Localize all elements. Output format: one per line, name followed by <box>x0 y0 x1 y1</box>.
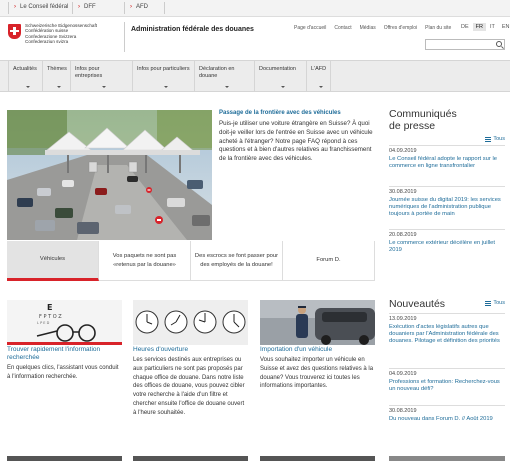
breadcrumb-separator <box>124 2 125 14</box>
svg-text:F P T O Z: F P T O Z <box>39 314 62 320</box>
breadcrumb-separator <box>8 2 9 14</box>
caret-down-icon <box>280 86 285 88</box>
lang-it[interactable]: IT <box>487 23 498 31</box>
press-item-link[interactable]: Le commerce extérieur décélère en juille… <box>389 240 495 253</box>
hero-image-border-crossing[interactable] <box>7 110 212 240</box>
glasses-eyechart-illustration: E F P T O Z L P E D <box>7 300 122 345</box>
next-row-image-edge <box>389 456 505 461</box>
caret-down-icon <box>224 86 229 88</box>
press-item-link[interactable]: Journée suisse du digital 2019: les serv… <box>389 197 501 217</box>
caret-down-icon <box>163 86 168 88</box>
press-releases-title: Communiqués de presse <box>389 108 457 132</box>
list-icon <box>485 136 492 142</box>
nav-item-actualites[interactable]: Actualités <box>9 61 43 91</box>
next-row-image-edge <box>260 456 375 461</box>
agency-title: Administration fédérale des douanes <box>131 26 254 33</box>
search-icon[interactable] <box>496 41 502 47</box>
press-releases-panel: Communiqués de presse Tous 04.09.2019 Le… <box>389 108 505 268</box>
search-input[interactable] <box>426 40 494 49</box>
card-title-link[interactable]: Heures d'ouverture <box>133 346 188 354</box>
confederation-name: Schweizerische Eidgenossenschaft Confédé… <box>25 23 98 45</box>
news-item: 13.09.2019 Exécution d'actes législatifs… <box>389 313 505 346</box>
news-item: 30.08.2019 Du nouveau dans Forum D. // A… <box>389 405 505 423</box>
teaser-card-vehicle-import[interactable]: Importation d'un véhicule Vous souhaitez… <box>260 300 375 389</box>
card-description: En quelques clics, l'assistant vous cond… <box>7 365 119 380</box>
news-item: 04.09.2019 Professions et formation: Rec… <box>389 368 505 393</box>
nav-item-documentation[interactable]: Documentation <box>255 61 307 91</box>
nav-item-themes[interactable]: Thèmes <box>43 61 71 91</box>
breadcrumb-separator <box>72 2 73 14</box>
lang-fr[interactable]: FR <box>472 23 486 31</box>
news-item-link[interactable]: Exécution d'actes législatifs autres que… <box>389 324 500 344</box>
card-description: Vous souhaitez importer un véhicule en S… <box>260 357 374 390</box>
site-header: Schweizerische Eidgenossenschaft Confédé… <box>0 17 510 60</box>
news-panel: Nouveautés Tous 13.09.2019 Exécution d'a… <box>389 298 505 448</box>
top-breadcrumb-bar: › Le Conseil fédéral › DFF › AFD <box>0 0 510 17</box>
press-item: 30.08.2019 Journée suisse du digital 201… <box>389 186 505 219</box>
card-title-link[interactable]: Importation d'un véhicule <box>260 346 332 354</box>
eye-chart-image: E F P T O Z L P E D <box>7 300 122 345</box>
chevron-right-icon: › <box>130 4 132 10</box>
hero-tab-forum[interactable]: Forum D. <box>283 241 375 281</box>
clocks-image <box>133 300 248 345</box>
caret-down-icon <box>25 86 30 88</box>
breadcrumb-federal-council[interactable]: › Le Conseil fédéral <box>14 4 68 10</box>
meta-link-jobs[interactable]: Offres d'emploi <box>384 25 417 31</box>
clocks-illustration <box>133 300 248 345</box>
teaser-card-assistant[interactable]: E F P T O Z L P E D Trouver rapidement l… <box>7 300 122 380</box>
meta-link-home[interactable]: Page d'accueil <box>294 25 326 31</box>
teaser-card-opening-hours[interactable]: Heures d'ouverture Les services destinés… <box>133 300 248 416</box>
hero-title-link[interactable]: Passage de la frontière avec des véhicul… <box>219 110 374 116</box>
meta-link-sitemap[interactable]: Plan du site <box>425 25 451 31</box>
border-crossing-illustration <box>7 110 212 240</box>
main-navigation: Actualités Thèmes Infos pour entreprises… <box>0 60 510 92</box>
breadcrumb-afd[interactable]: › AFD <box>130 4 148 10</box>
breadcrumb-dff[interactable]: › DFF <box>78 4 96 10</box>
language-switcher: DE FR IT EN <box>458 23 510 31</box>
card-title-link[interactable]: Trouver rapidement l'information recherc… <box>7 346 122 362</box>
nav-item-afd[interactable]: L'AFD <box>307 61 331 91</box>
lang-en[interactable]: EN <box>499 23 510 31</box>
header-divider <box>124 22 125 52</box>
hero-tab-vehicules[interactable]: Véhicules <box>7 241 99 281</box>
svg-text:L P E D: L P E D <box>37 321 50 325</box>
nav-item-particuliers[interactable]: Infos pour particuliers <box>133 61 195 91</box>
search-box <box>425 39 505 50</box>
nav-item-entreprises[interactable]: Infos pour entreprises <box>71 61 133 91</box>
next-row-image-edge <box>7 456 122 461</box>
chevron-right-icon: › <box>78 4 80 10</box>
press-item-link[interactable]: Le Conseil fédéral adopte le rapport sur… <box>389 156 497 169</box>
meta-link-contact[interactable]: Contact <box>334 25 351 31</box>
caret-down-icon <box>56 86 61 88</box>
caret-down-icon <box>318 86 323 88</box>
hero-tab-escrocs[interactable]: Des escrocs se font passer pour des empl… <box>191 241 283 281</box>
lang-de[interactable]: DE <box>458 23 472 31</box>
breadcrumb-separator <box>164 2 165 14</box>
press-item: 04.09.2019 Le Conseil fédéral adopte le … <box>389 145 505 170</box>
news-item-link[interactable]: Professions et formation: Recherchez-vou… <box>389 379 500 392</box>
meta-navigation: Page d'accueil Contact Médias Offres d'e… <box>294 25 451 31</box>
chevron-right-icon: › <box>14 4 16 10</box>
hero-description: Puis-je utiliser une voiture étrangère e… <box>219 120 373 163</box>
hero-text: Passage de la frontière avec des véhicul… <box>219 110 374 164</box>
hero-tab-paquets[interactable]: Vos paquets ne sont pas «retenus par la … <box>99 241 191 281</box>
card-description: Les services destinés aux entreprises ou… <box>133 357 245 416</box>
hero-tablist: Véhicules Vos paquets ne sont pas «reten… <box>7 241 375 281</box>
svg-text:E: E <box>47 303 52 312</box>
nav-item-declaration[interactable]: Déclaration en douane <box>195 61 255 91</box>
caret-down-icon <box>101 86 106 88</box>
swiss-flag-logo[interactable] <box>8 24 21 39</box>
list-icon <box>485 300 492 306</box>
vehicle-import-image <box>260 300 375 345</box>
next-row-image-edge <box>133 456 248 461</box>
meta-link-media[interactable]: Médias <box>360 25 376 31</box>
news-item-link[interactable]: Du nouveau dans Forum D. // Août 2019 <box>389 416 493 422</box>
news-all-link[interactable]: Tous <box>485 300 505 306</box>
officer-car-illustration <box>260 300 375 345</box>
press-all-link[interactable]: Tous <box>485 136 505 142</box>
press-item: 20.08.2019 Le commerce extérieur décélèr… <box>389 229 505 254</box>
